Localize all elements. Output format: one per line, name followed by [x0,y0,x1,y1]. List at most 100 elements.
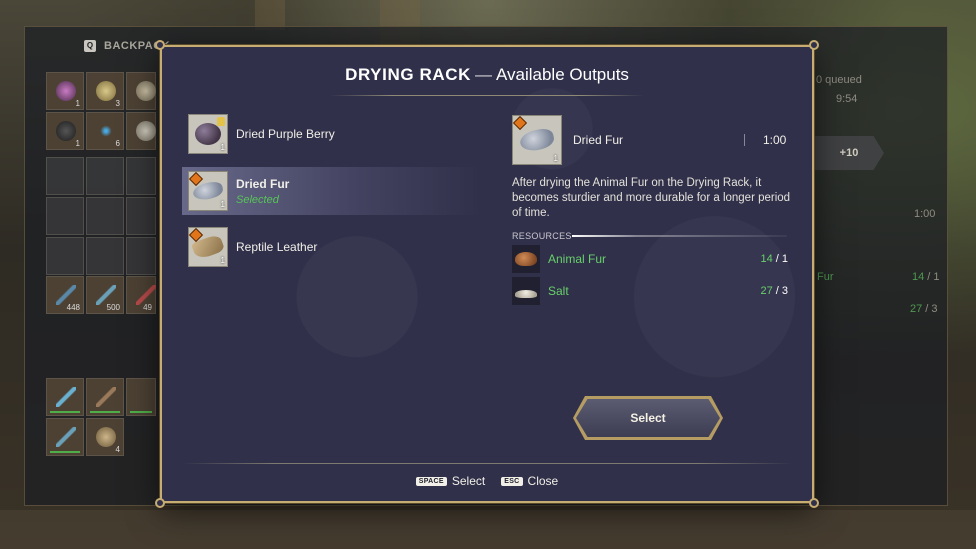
selected-status: Selected [236,193,279,206]
crystal-shards-icon [96,121,116,141]
slot-count: 448 [66,303,80,312]
tab-key-hint: Q [84,40,96,52]
arrow-icon [136,285,156,305]
output-item-reptile-leather[interactable]: 1 Reptile Leather [182,223,482,271]
hotbar-slot[interactable] [46,378,84,416]
slot-count: 4 [115,445,120,454]
output-item-dried-purple-berry[interactable]: 1 Dried Purple Berry [182,110,482,158]
durability-bar [90,411,120,413]
footer-divider [182,463,792,464]
inventory-slot[interactable]: 500 [86,276,124,314]
inventory-slot[interactable] [126,157,156,195]
tier-label: 1 [220,200,225,209]
shell-icon [136,121,156,141]
station-name: DRYING RACK [345,65,471,84]
slot-count: 49 [143,303,152,312]
craft-time: 1:00 [763,133,787,147]
bg-resource-qty: 27 / 3 [910,303,938,315]
bg-add-ten-button[interactable]: +10 [814,136,884,170]
durability-bar [50,411,80,413]
resource-name: Salt [548,284,569,298]
slot-count: 6 [115,139,120,148]
animal-fur-icon [515,252,537,266]
output-name: Reptile Leather [236,240,318,254]
coal-icon [56,121,76,141]
inventory-slot[interactable] [126,112,156,150]
slot-count: 1 [75,139,80,148]
tier-label: 1 [220,143,225,152]
resources-divider [572,235,787,237]
detail-icon-box: 1 [512,115,562,165]
detail-item-name: Dried Fur [573,133,624,147]
hotbar-slot[interactable] [46,418,84,456]
inventory-slot[interactable] [86,237,124,275]
inventory-slot[interactable] [46,157,84,195]
arrow-icon [96,285,116,305]
footer-hints: SPACE Select ESC Close [162,474,812,488]
inventory-slot[interactable] [126,72,156,110]
inventory-slot[interactable] [86,157,124,195]
output-name: Dried Fur [236,176,290,191]
tier-label: 1 [553,154,558,163]
title-separator: — [474,65,492,84]
inventory-slot[interactable] [126,197,156,235]
resource-row-salt: Salt 27 / 3 [512,277,788,305]
spear-icon [56,427,76,447]
axe-icon [96,387,116,407]
hotbar-slot[interactable]: 4 [86,418,124,456]
lock-icon [217,117,225,126]
output-icon-box: 1 [188,171,228,211]
frame-corner [809,40,819,50]
bg-resource-qty: 14 / 1 [912,271,940,283]
select-hint[interactable]: SPACE Select [415,474,486,488]
frame-corner [809,498,819,508]
inventory-slot[interactable] [86,197,124,235]
purple-berry-icon [195,123,221,145]
hotbar-slot[interactable] [126,378,156,416]
output-item-dried-fur[interactable]: 1 Dried Fur Selected [182,167,482,215]
bg-queue-time: 9:54 [836,93,858,105]
inventory-slot[interactable] [126,237,156,275]
output-name: Dried Purple Berry [236,127,335,141]
item-description: After drying the Animal Fur on the Dryin… [512,177,791,219]
select-button[interactable]: Select [576,399,720,437]
tier-label: 1 [220,256,225,265]
resource-icon-box [512,245,540,273]
close-hint-label: Close [527,474,559,488]
inventory-slot[interactable]: 6 [86,112,124,150]
dried-fur-icon [518,126,556,154]
inventory-slot[interactable]: 49 [126,276,156,314]
slot-count: 3 [115,99,120,108]
durability-bar [130,411,152,413]
flower-icon [56,81,76,101]
dialog-title: DRYING RACK — Available Outputs [162,65,812,85]
slot-count: 1 [75,99,80,108]
warning-icon [512,115,528,131]
resource-quantity: 14 / 1 [760,253,788,265]
bg-queued-text: 0 queued [816,74,862,86]
resources-heading: RESOURCES [512,231,572,241]
resource-icon-box [512,277,540,305]
select-hint-label: Select [451,474,486,488]
hotbar-slot[interactable] [86,378,124,416]
output-icon-box: 1 [188,227,228,267]
slot-count: 500 [106,303,120,312]
resource-name: Animal Fur [548,252,607,266]
inventory-slot[interactable]: 3 [86,72,124,110]
bow-icon [56,387,76,407]
inventory-slot[interactable]: 448 [46,276,84,314]
salt-icon [515,290,537,298]
inventory-slot[interactable]: 1 [46,72,84,110]
output-icon-box: 1 [188,114,228,154]
frame-corner [155,40,165,50]
close-hint[interactable]: ESC Close [501,474,558,488]
space-key-icon: SPACE [415,476,447,486]
arrow-icon [56,285,76,305]
available-outputs-dialog: DRYING RACK — Available Outputs 1 Dried Pu… [155,40,819,508]
frame-corner [155,498,165,508]
inventory-slot[interactable] [46,237,84,275]
inventory-slot[interactable]: 1 [46,112,84,150]
detail-divider [744,134,745,146]
durability-bar [50,451,80,453]
inventory-slot[interactable] [46,197,84,235]
